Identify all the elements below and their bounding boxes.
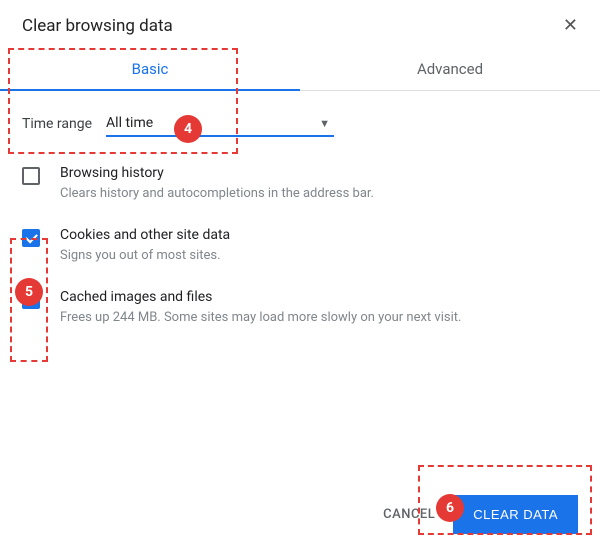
dialog-body: Time range All time ▼ Browsing history C… <box>0 91 600 328</box>
option-desc: Frees up 244 MB. Some sites may load mor… <box>60 309 461 327</box>
tab-basic[interactable]: Basic <box>0 46 300 90</box>
option-desc: Clears history and autocompletions in th… <box>60 185 374 203</box>
cancel-button[interactable]: CANCEL <box>383 507 435 522</box>
close-icon[interactable]: ✕ <box>563 17 578 35</box>
option-cache: Cached images and files Frees up 244 MB.… <box>22 289 578 327</box>
clear-browsing-data-dialog: Clear browsing data ✕ Basic Advanced Tim… <box>0 0 600 554</box>
option-texts: Cached images and files Frees up 244 MB.… <box>60 289 461 327</box>
time-range-select[interactable]: All time ▼ <box>106 111 334 137</box>
option-browsing-history: Browsing history Clears history and auto… <box>22 165 578 203</box>
checkbox-browsing-history[interactable] <box>22 167 40 185</box>
time-range-label: Time range <box>22 116 92 132</box>
option-title: Cookies and other site data <box>60 227 230 243</box>
dialog-title: Clear browsing data <box>22 16 173 36</box>
checkbox-cache[interactable] <box>22 291 40 309</box>
tab-basic-label: Basic <box>132 60 169 78</box>
option-title: Cached images and files <box>60 289 461 305</box>
chevron-down-icon: ▼ <box>319 117 330 130</box>
option-cookies: Cookies and other site data Signs you ou… <box>22 227 578 265</box>
tab-advanced-label: Advanced <box>417 60 483 78</box>
time-range-row: Time range All time ▼ <box>22 111 578 137</box>
option-title: Browsing history <box>60 165 374 181</box>
checkbox-cookies[interactable] <box>22 229 40 247</box>
option-desc: Signs you out of most sites. <box>60 247 230 265</box>
dialog-header: Clear browsing data ✕ <box>0 0 600 46</box>
time-range-value: All time <box>106 115 153 131</box>
option-texts: Cookies and other site data Signs you ou… <box>60 227 230 265</box>
tab-advanced[interactable]: Advanced <box>300 46 600 90</box>
tabs: Basic Advanced <box>0 46 600 91</box>
dialog-footer: CANCEL CLEAR DATA <box>383 495 578 534</box>
clear-data-button[interactable]: CLEAR DATA <box>453 495 578 534</box>
option-texts: Browsing history Clears history and auto… <box>60 165 374 203</box>
